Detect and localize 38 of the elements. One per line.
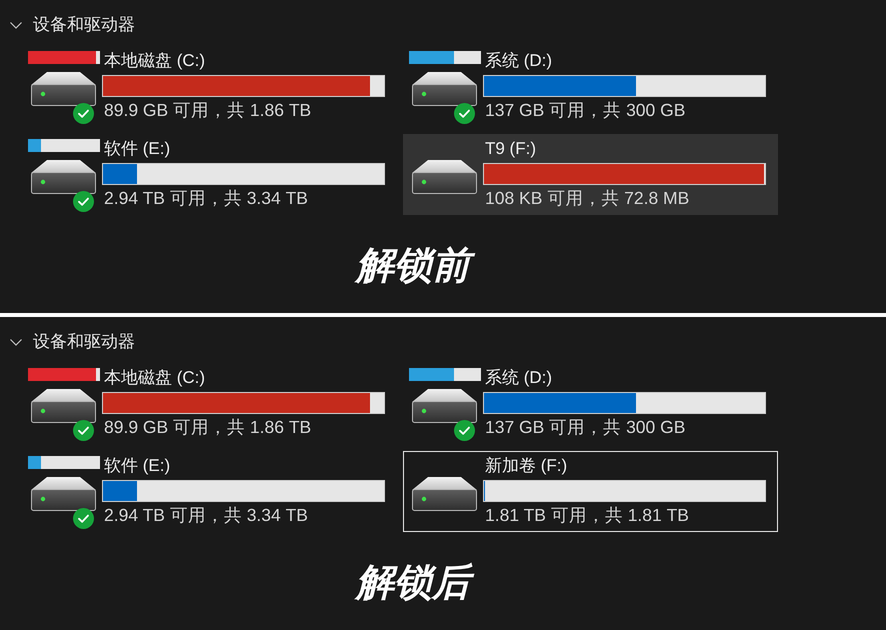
drive-tile[interactable]: 本地磁盘 (C:) 89.9 GB 可用，共 1.86 TB — [22, 363, 397, 444]
drive-tile[interactable]: 系统 (D:) 137 GB 可用，共 300 GB — [403, 363, 778, 444]
usage-text: 108 KB 可用，共 72.8 MB — [484, 188, 690, 208]
hard-drive-icon — [412, 72, 477, 106]
drive-tile[interactable]: 系统 (D:) 137 GB 可用，共 300 GB — [403, 46, 778, 127]
chevron-down-icon — [10, 22, 22, 28]
usage-text: 89.9 GB 可用，共 1.86 TB — [103, 100, 312, 120]
section-toggle[interactable]: 设备和驱动器 — [0, 13, 135, 37]
drive-name: 系统 (D:) — [484, 51, 554, 71]
usage-text: 89.9 GB 可用，共 1.86 TB — [103, 417, 312, 437]
drive-tile[interactable]: 软件 (E:) 2.94 TB 可用，共 3.34 TB — [22, 134, 397, 215]
chevron-down-icon — [10, 338, 22, 346]
section-toggle[interactable]: 设备和驱动器 — [0, 330, 135, 354]
drive-tile[interactable]: T9 (F:) 108 KB 可用，共 72.8 MB — [403, 134, 778, 215]
drive-name: 本地磁盘 (C:) — [103, 368, 206, 388]
drive-tile[interactable]: 新加卷 (F:) 1.81 TB 可用，共 1.81 TB — [403, 451, 778, 532]
drive-tile[interactable]: 本地磁盘 (C:) 89.9 GB 可用，共 1.86 TB — [22, 46, 397, 127]
hard-drive-icon — [412, 160, 477, 194]
hard-drive-icon — [31, 389, 96, 423]
drive-name: 本地磁盘 (C:) — [103, 51, 206, 71]
caption-text: 解锁前 — [348, 241, 478, 291]
drive-name: 软件 (E:) — [103, 139, 172, 159]
usage-text: 1.81 TB 可用，共 1.81 TB — [484, 505, 690, 525]
usage-text: 2.94 TB 可用，共 3.34 TB — [103, 188, 309, 208]
drive-tile[interactable]: 软件 (E:) 2.94 TB 可用，共 3.34 TB — [22, 451, 397, 532]
hard-drive-icon — [412, 389, 477, 423]
hard-drive-icon — [412, 477, 477, 511]
drive-name: 新加卷 (F:) — [484, 456, 568, 476]
usage-text: 137 GB 可用，共 300 GB — [484, 100, 686, 120]
drive-name: 软件 (E:) — [103, 456, 172, 476]
drive-name: 系统 (D:) — [484, 368, 554, 388]
hard-drive-icon — [31, 72, 96, 106]
hard-drive-icon — [31, 160, 96, 194]
usage-text: 137 GB 可用，共 300 GB — [484, 417, 686, 437]
hard-drive-icon — [31, 477, 96, 511]
usage-text: 2.94 TB 可用，共 3.34 TB — [103, 505, 309, 525]
drive-name: T9 (F:) — [484, 139, 537, 159]
caption-text: 解锁后 — [348, 558, 478, 608]
